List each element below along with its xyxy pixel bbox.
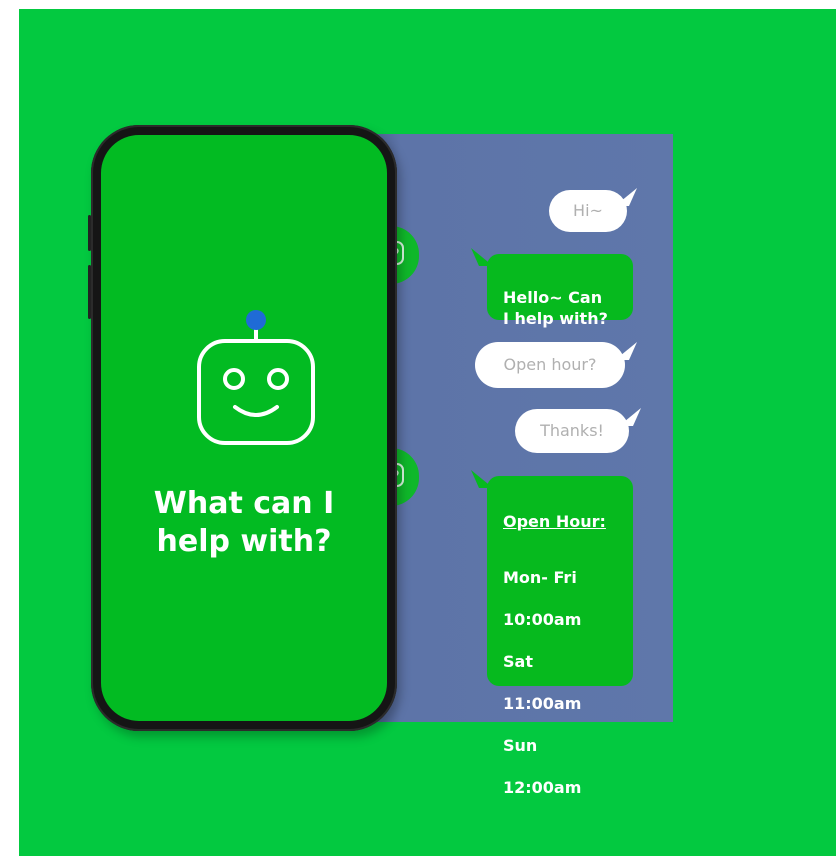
phone-headline: What can I help with? bbox=[153, 486, 335, 559]
hours-days-saturday: Sat bbox=[503, 652, 533, 671]
message-text: Hi~ bbox=[573, 201, 603, 220]
robot-face-icon bbox=[197, 310, 315, 445]
phone-screen: What can I help with? bbox=[101, 135, 387, 721]
smartphone: What can I help with? bbox=[88, 125, 397, 731]
bot-message-opening-hours: Open Hour: Mon- Fri 10:00am Sat 11:00am … bbox=[487, 476, 633, 797]
message-text: Hello~ Can I help with? bbox=[503, 288, 608, 328]
phone-side-button bbox=[88, 215, 91, 251]
message-text: Thanks! bbox=[540, 421, 604, 440]
bot-message-greeting: Hello~ Can I help with? bbox=[487, 254, 633, 328]
phone-side-button bbox=[88, 265, 91, 319]
bubble-tail bbox=[615, 188, 637, 206]
message-text: Open hour? bbox=[503, 355, 597, 374]
hours-time-weekday: 10:00am bbox=[503, 610, 582, 629]
hours-days-sunday: Sun bbox=[503, 736, 538, 755]
opening-hours-heading: Open Hour: bbox=[503, 512, 606, 531]
user-message-open-hour: Open hour? bbox=[475, 342, 625, 388]
user-message-thanks: Thanks! bbox=[515, 409, 629, 453]
hours-time-sunday: 12:00am bbox=[503, 778, 582, 797]
background-canvas: Hi~ Hello~ Can I help with? Open hour? T… bbox=[19, 9, 836, 856]
hours-days-weekday: Mon- Fri bbox=[503, 568, 577, 587]
chat-panel: Hi~ Hello~ Can I help with? Open hour? T… bbox=[371, 134, 673, 797]
bubble-tail bbox=[619, 408, 641, 426]
hours-time-saturday: 11:00am bbox=[503, 694, 582, 713]
bubble-tail bbox=[615, 342, 637, 360]
